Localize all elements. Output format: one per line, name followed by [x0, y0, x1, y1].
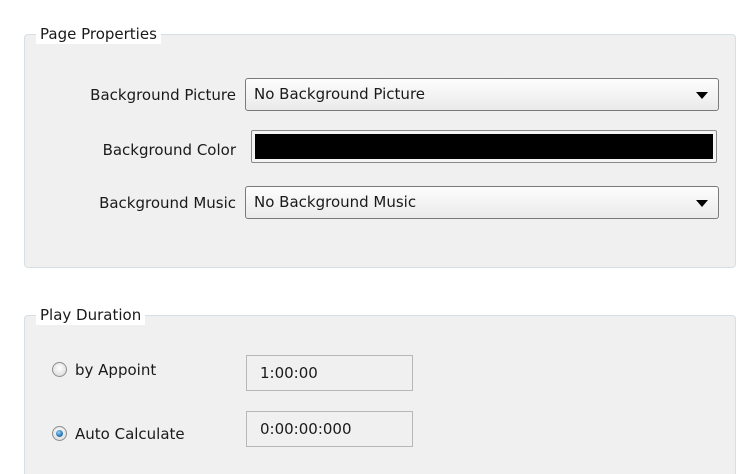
chevron-down-icon [696, 200, 708, 207]
by-appoint-radio[interactable] [52, 362, 67, 377]
background-music-label: Background Music [99, 194, 236, 212]
background-picture-dropdown[interactable]: No Background Picture [245, 78, 719, 111]
background-music-dropdown[interactable]: No Background Music [245, 186, 719, 219]
background-picture-label: Background Picture [90, 86, 236, 104]
auto-calculate-radio[interactable] [52, 426, 67, 441]
background-color-label: Background Color [102, 141, 236, 159]
background-picture-value: No Background Picture [254, 85, 426, 103]
by-appoint-time-field[interactable]: 1:00:00 [246, 355, 413, 391]
by-appoint-label[interactable]: by Appoint [75, 360, 156, 380]
background-music-value: No Background Music [254, 193, 417, 211]
play-duration-title: Play Duration [36, 305, 146, 325]
chevron-down-icon [696, 92, 708, 99]
auto-calculate-label[interactable]: Auto Calculate [75, 424, 185, 444]
background-color-swatch [255, 134, 713, 159]
auto-calculate-time-field[interactable]: 0:00:00:000 [246, 411, 413, 447]
play-duration-group: Play Duration [24, 305, 736, 474]
background-color-button[interactable] [251, 130, 717, 163]
page-properties-title: Page Properties [36, 24, 161, 44]
